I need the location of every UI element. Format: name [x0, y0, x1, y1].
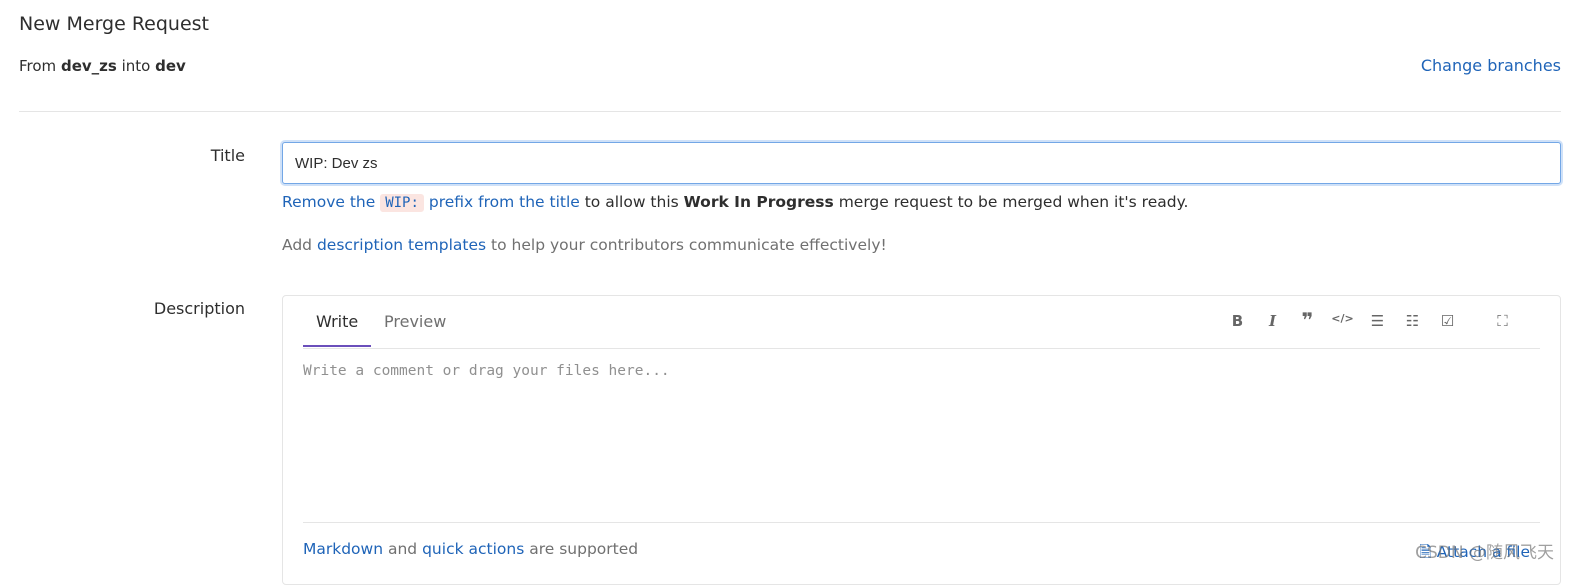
- tab-preview[interactable]: Preview: [384, 312, 446, 345]
- quick-actions-link[interactable]: quick actions: [422, 540, 524, 558]
- source-branch: dev_zs: [60, 57, 117, 75]
- remove-wip-link[interactable]: Remove the WIP: prefix from the title: [282, 193, 580, 212]
- description-textarea[interactable]: Write a comment or drag your files here.…: [303, 363, 670, 379]
- title-input[interactable]: [282, 142, 1561, 184]
- watermark: CSDN @随风飞天: [1415, 543, 1554, 563]
- fullscreen-icon[interactable]: ⛶: [1485, 312, 1520, 330]
- bullet-list-icon[interactable]: ☰: [1360, 312, 1395, 330]
- page-title: New Merge Request: [19, 13, 210, 35]
- description-label: Description: [153, 299, 245, 318]
- divider: [19, 111, 1561, 112]
- editor-footer: Markdown and quick actions are supported…: [303, 522, 1540, 561]
- title-label: Title: [210, 146, 245, 165]
- bold-icon[interactable]: B: [1220, 312, 1255, 330]
- italic-icon[interactable]: I: [1255, 312, 1290, 330]
- change-branches-link[interactable]: Change branches: [1421, 56, 1561, 75]
- markdown-link[interactable]: Markdown: [303, 540, 383, 558]
- quote-icon[interactable]: ❞: [1290, 310, 1325, 330]
- description-templates-link[interactable]: description templates: [317, 236, 486, 254]
- description-editor: Write Preview B I ❞ </> ☰ ☷ ☑ ⛶ Write a …: [282, 295, 1561, 585]
- branch-info: From dev_zs into dev: [19, 57, 186, 75]
- editor-toolbar: B I ❞ </> ☰ ☷ ☑ ⛶: [1220, 310, 1520, 330]
- target-branch: dev: [155, 57, 186, 75]
- editor-tabs: Write Preview B I ❞ </> ☰ ☷ ☑ ⛶: [303, 296, 1540, 349]
- tab-write[interactable]: Write: [303, 312, 372, 347]
- task-list-icon[interactable]: ☑: [1430, 312, 1465, 330]
- templates-hint: Add description templates to help your c…: [282, 236, 887, 254]
- numbered-list-icon[interactable]: ☷: [1395, 312, 1430, 330]
- code-icon[interactable]: </>: [1325, 312, 1360, 330]
- wip-hint: Remove the WIP: prefix from the title to…: [282, 193, 1189, 212]
